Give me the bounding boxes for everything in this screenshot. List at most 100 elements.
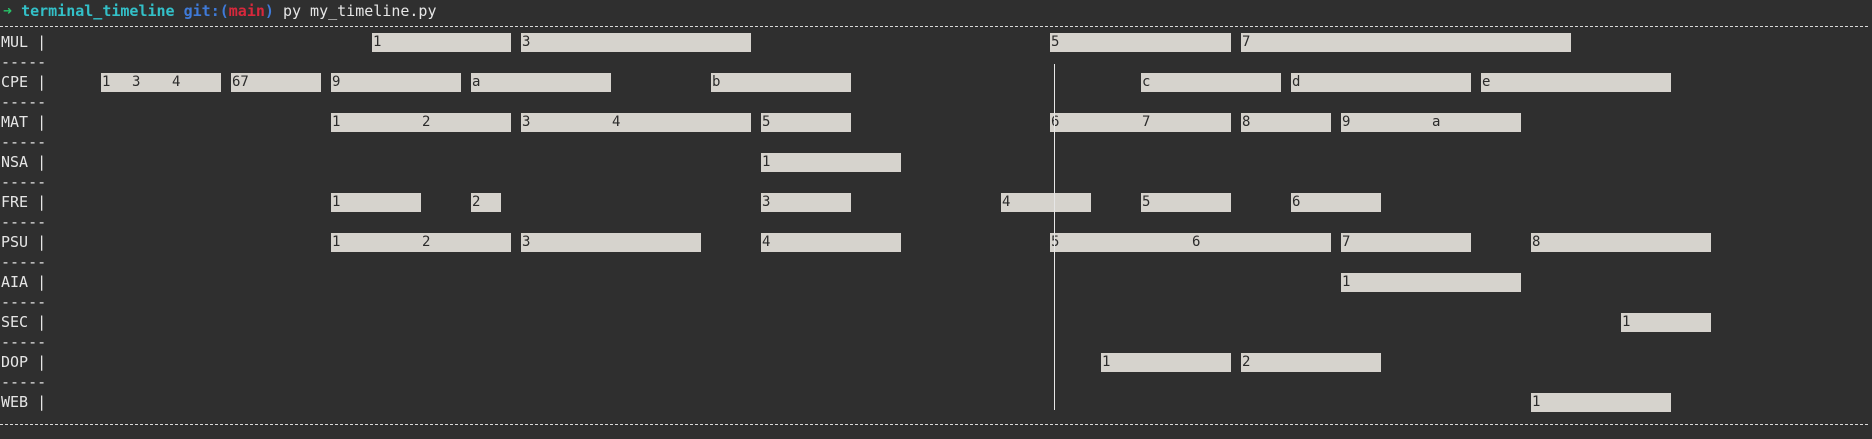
bar-tick-label: c: [1142, 73, 1151, 90]
timeline-bar: 1: [372, 32, 511, 52]
timeline-bar: 67: [1050, 112, 1231, 132]
timeline-bar: 12: [331, 232, 511, 252]
bar-tick-label: 3: [522, 233, 531, 250]
timeline-bar: 5: [1141, 192, 1231, 212]
git-branch: main: [228, 2, 265, 20]
bar-tick-label: 1: [1622, 313, 1631, 330]
timeline-bar: 1 3 4: [101, 72, 221, 92]
bar-tick-label: a: [1432, 113, 1441, 130]
timeline-bar: 1: [761, 152, 901, 172]
row-separator: -----: [1, 373, 47, 391]
timeline-bar: 9a: [1341, 112, 1521, 132]
bar-tick-label: 6: [1051, 113, 1060, 130]
row-separator: -----: [1, 253, 47, 271]
timeline-bar: 4: [761, 232, 901, 252]
current-date-marker: [1054, 64, 1055, 410]
bar-tick-label: e: [1482, 73, 1491, 90]
bar-tick-label: 2: [422, 113, 431, 130]
timeline-bar: 3: [761, 192, 851, 212]
prompt-arrow-icon: ➜: [3, 2, 13, 20]
current-directory: terminal_timeline: [21, 2, 175, 20]
row-separator: -----: [1, 133, 47, 151]
bar-tick-label: 6: [1292, 193, 1301, 210]
git-suffix: ): [264, 2, 274, 20]
bar-tick-label: 4: [762, 233, 771, 250]
timeline-bar: e: [1481, 72, 1671, 92]
timeline-bar: 3: [521, 232, 701, 252]
typed-command: py my_timeline.py: [282, 2, 437, 20]
bar-tick-label: 4: [172, 73, 181, 90]
bar-tick-label: d: [1292, 73, 1301, 90]
bar-tick-label: 7: [1142, 113, 1151, 130]
bar-tick-label: 5: [1051, 33, 1060, 50]
timeline-bar: 5: [761, 112, 851, 132]
timeline-bar: 5: [1050, 32, 1231, 52]
timeline-bar: 2: [1241, 352, 1381, 372]
row-separator: -----: [1, 293, 47, 311]
timeline-bar: a: [471, 72, 611, 92]
row-separator: -----: [1, 333, 47, 351]
timeline-bar: 1: [1341, 272, 1521, 292]
timeline-bar: 1: [1101, 352, 1231, 372]
row-label-fre: FRE |: [1, 193, 47, 211]
bar-tick-label: 1: [1342, 273, 1351, 290]
timeline-bar: 8: [1531, 232, 1711, 252]
row-separator: -----: [1, 53, 47, 71]
row-label-sec: SEC |: [1, 313, 47, 331]
timeline-bar: 9: [331, 72, 461, 92]
bar-tick-label: 5: [1142, 193, 1151, 210]
bar-tick-label: 9: [1342, 113, 1351, 130]
bar-tick-label: 1: [102, 73, 111, 90]
timeline-bar: 2: [471, 192, 501, 212]
timeline-bar: 1: [331, 192, 421, 212]
row-separator: -----: [1, 173, 47, 191]
row-label-mul: MUL |: [1, 33, 47, 51]
timeline-bar: 1: [1621, 312, 1711, 332]
row-separator: -----: [1, 93, 47, 111]
row-label-aia: AIA |: [1, 273, 47, 291]
bar-tick-label: 6: [1192, 233, 1201, 250]
row-separator: -----: [1, 213, 47, 231]
top-dashed-border: [0, 26, 1868, 27]
timeline-bar: d: [1291, 72, 1471, 92]
row-label-nsa: NSA |: [1, 153, 47, 171]
bar-tick-label: 1: [1102, 353, 1111, 370]
timeline-bar: b: [711, 72, 851, 92]
bar-tick-label: 2: [1242, 353, 1251, 370]
bar-tick-label: 7: [1342, 233, 1351, 250]
timeline-bar: 12: [331, 112, 511, 132]
timeline-bar: 56: [1050, 232, 1331, 252]
bar-tick-label: a: [472, 73, 481, 90]
bar-tick-label: 2: [472, 193, 481, 210]
timeline-bar: 4: [1001, 192, 1091, 212]
bar-tick-label: 1: [332, 113, 341, 130]
bar-tick-label: 1: [373, 33, 382, 50]
row-label-mat: MAT |: [1, 113, 47, 131]
bar-tick-label: b: [712, 73, 721, 90]
bar-tick-label: 4: [612, 113, 621, 130]
shell-prompt: ➜ terminal_timeline git:(main) py my_tim…: [3, 0, 437, 22]
row-label-psu: PSU |: [1, 233, 47, 251]
bar-tick-label: 2: [422, 233, 431, 250]
timeline-bar: 3: [521, 32, 751, 52]
git-prefix: git:(: [183, 2, 229, 20]
row-label-cpe: CPE |: [1, 73, 47, 91]
bar-tick-label: 3: [522, 33, 531, 50]
bar-tick-label: 7: [1242, 33, 1251, 50]
row-label-web: WEB |: [1, 393, 47, 411]
timeline-bar: c: [1141, 72, 1281, 92]
bar-tick-label: 4: [1002, 193, 1011, 210]
timeline-bar: 8: [1241, 112, 1331, 132]
timeline-bar: 7: [1341, 232, 1471, 252]
timeline-bar: 34: [521, 112, 751, 132]
timeline-bar: 1: [1531, 392, 1671, 412]
bar-tick-label: 3: [132, 73, 141, 90]
bar-tick-label: 1: [1532, 393, 1541, 410]
bar-tick-label: 67: [232, 73, 249, 90]
bar-tick-label: 8: [1532, 233, 1541, 250]
bottom-dashed-border: [0, 424, 1868, 425]
timeline-bar: 7: [1241, 32, 1571, 52]
bar-tick-label: 3: [762, 193, 771, 210]
bar-tick-label: 5: [1051, 233, 1060, 250]
bar-tick-label: 9: [332, 73, 341, 90]
